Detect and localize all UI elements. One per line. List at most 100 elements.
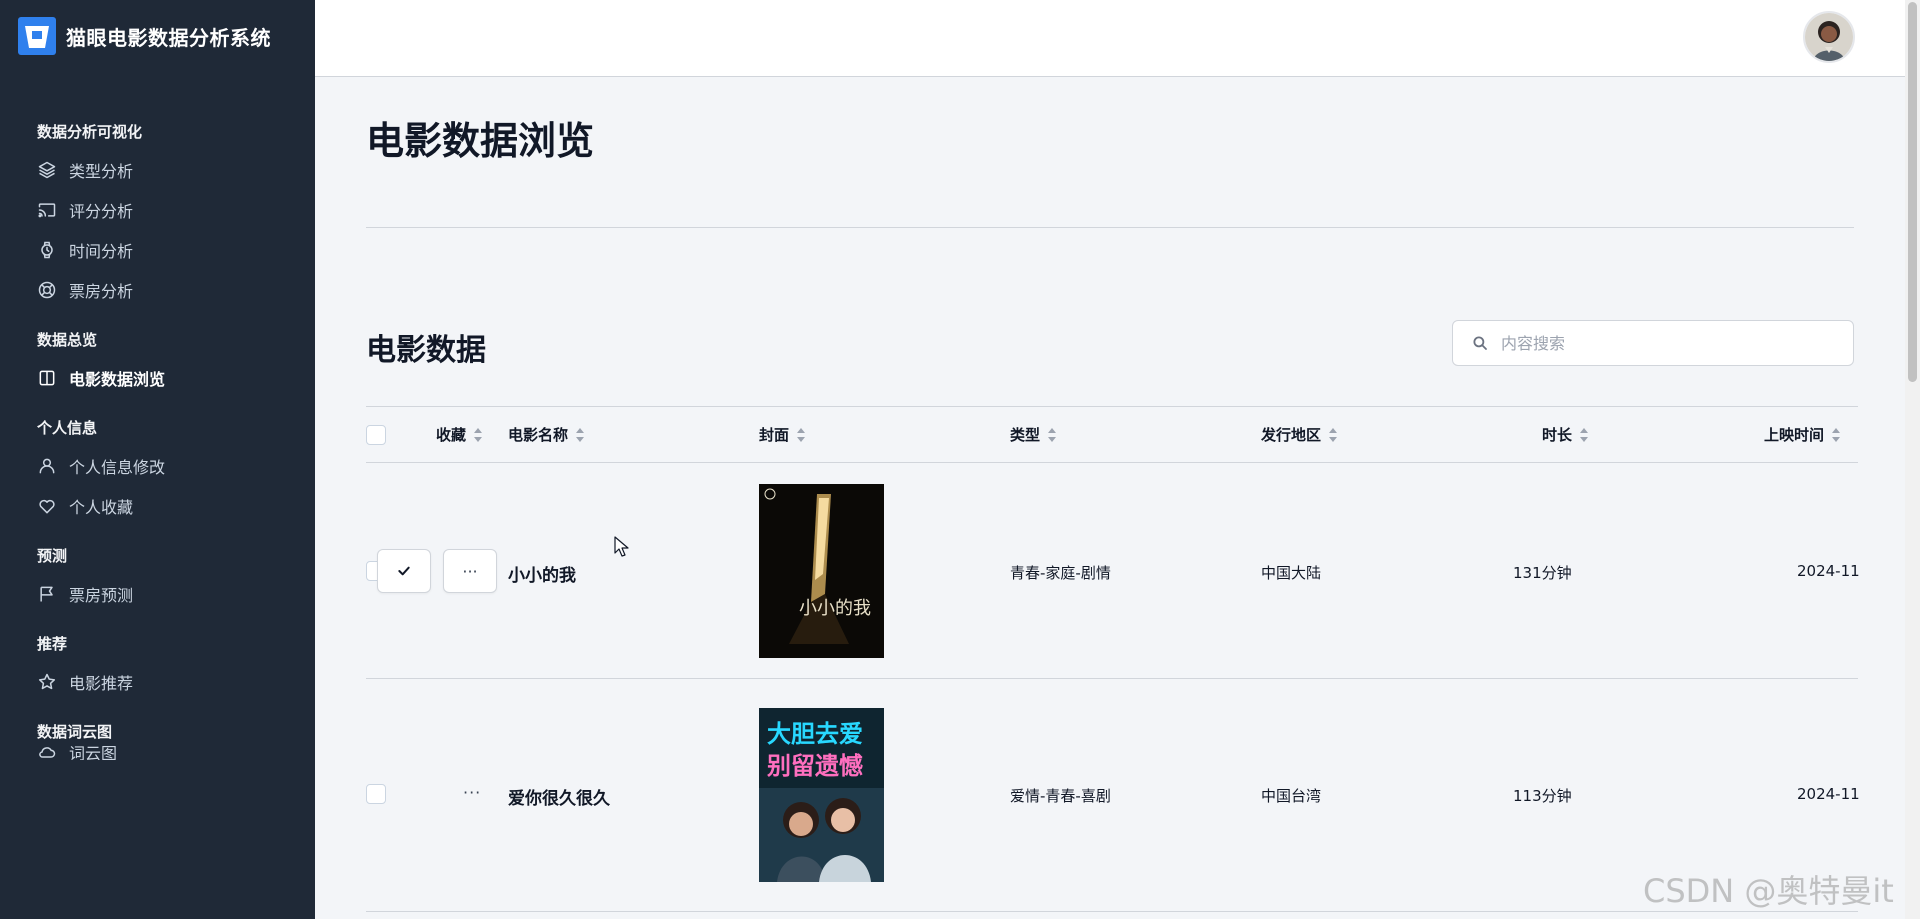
search-icon [1473, 336, 1487, 350]
movie-cover-image[interactable]: 大胆去爱 别留遗憾 [759, 708, 884, 882]
sidebar-item-label: 电影数据浏览 [69, 370, 166, 389]
sidebar-item-boxoffice-analysis[interactable]: 票房分析 [0, 270, 315, 310]
column-header-label: 收藏 [436, 426, 467, 444]
nav-section-personal: 个人信息 [37, 419, 98, 437]
sidebar-item-favorites[interactable]: 个人收藏 [0, 486, 315, 526]
check-icon [398, 566, 410, 576]
layers-icon [38, 161, 56, 179]
movie-name: 爱你很久很久 [508, 789, 610, 809]
nav-section-recommend: 推荐 [37, 635, 68, 653]
sidebar-nav: 数据分析可视化 类型分析 评分分析 时间分析 票房分析 数据总览 电影数据浏览 … [0, 120, 315, 760]
cloud-icon [39, 747, 56, 758]
sidebar-item-label: 词云图 [69, 746, 118, 760]
sort-icon [474, 428, 483, 442]
column-header-name[interactable]: 电影名称 [508, 407, 585, 463]
movie-duration: 131分钟 [1513, 564, 1572, 582]
nav-section-wordcloud: 数据词云图 [37, 723, 113, 741]
movie-release: 2024-11 [1797, 562, 1859, 580]
search-input[interactable] [1501, 333, 1831, 353]
select-all-cell [366, 407, 386, 463]
sidebar-item-rating-analysis[interactable]: 评分分析 [0, 190, 315, 230]
sidebar-item-boxoffice-predict[interactable]: 票房预测 [0, 574, 315, 614]
app-logo-icon [18, 17, 56, 55]
watch-icon [41, 241, 53, 259]
sidebar-item-movie-recommend[interactable]: 电影推荐 [0, 662, 315, 702]
scrollbar[interactable] [1905, 0, 1920, 919]
favorite-check-button[interactable] [377, 549, 431, 593]
column-header-label: 发行地区 [1261, 426, 1322, 444]
mouse-cursor-icon [614, 536, 629, 557]
movie-duration: 113分钟 [1513, 787, 1572, 805]
column-header-duration[interactable]: 时长 [1542, 407, 1589, 463]
nav-section-visualization: 数据分析可视化 [37, 123, 143, 141]
movie-name: 小小的我 [508, 566, 576, 586]
sidebar-item-label: 时间分析 [69, 242, 134, 261]
row-checkbox[interactable] [366, 784, 386, 804]
brand[interactable]: 猫眼电影数据分析系统 [18, 16, 271, 56]
sidebar: 猫眼电影数据分析系统 数据分析可视化 类型分析 评分分析 时间分析 票房分析 数… [0, 0, 315, 919]
sidebar-item-label: 个人收藏 [69, 498, 134, 517]
table-row[interactable]: ··· 爱你很久很久 大胆去爱 别留遗憾 爱情-青春-喜剧 中国台湾 113分钟… [366, 679, 1859, 912]
avatar-image [1805, 13, 1853, 61]
lifebuoy-icon [38, 281, 56, 299]
sidebar-item-movie-browse[interactable]: 电影数据浏览 [0, 358, 315, 398]
column-header-label: 上映时间 [1764, 426, 1825, 444]
column-header-label: 类型 [1010, 426, 1041, 444]
flag-icon [40, 586, 53, 602]
watermark: CSDN @奥特曼it [1643, 872, 1894, 910]
column-header-label: 电影名称 [508, 426, 569, 444]
divider [366, 227, 1854, 228]
avatar[interactable] [1803, 11, 1855, 63]
sidebar-item-profile-edit[interactable]: 个人信息修改 [0, 446, 315, 486]
movie-table: 收藏 电影名称 封面 类型 发行地区 时长 上映时间 ··· 小小的我 小小的我… [366, 406, 1859, 912]
top-bar [315, 0, 1905, 77]
column-header-favorite[interactable]: 收藏 [436, 407, 483, 463]
nav-section-overview: 数据总览 [37, 331, 98, 349]
more-button[interactable]: ··· [463, 783, 481, 802]
star-icon [38, 673, 56, 690]
section-title: 电影数据 [366, 333, 486, 368]
movie-cover-image[interactable]: 小小的我 [759, 484, 884, 658]
sidebar-item-type-analysis[interactable]: 类型分析 [0, 150, 315, 190]
heart-icon [39, 499, 55, 514]
sort-icon [1832, 428, 1841, 442]
sidebar-item-wordcloud[interactable]: 词云图 [0, 746, 315, 760]
sidebar-item-label: 票房分析 [69, 282, 134, 301]
user-icon [39, 458, 55, 474]
movie-region: 中国台湾 [1261, 787, 1322, 805]
page-title: 电影数据浏览 [366, 119, 595, 163]
movie-genre: 青春-家庭-剧情 [1010, 564, 1111, 582]
svg-text:别留遗憾: 别留遗憾 [766, 752, 863, 780]
table-header: 收藏 电影名称 封面 类型 发行地区 时长 上映时间 [366, 406, 1858, 463]
movie-region: 中国大陆 [1261, 564, 1322, 582]
nav-section-predict: 预测 [37, 547, 68, 565]
more-button[interactable]: ··· [443, 549, 497, 593]
sidebar-item-time-analysis[interactable]: 时间分析 [0, 230, 315, 270]
select-all-checkbox[interactable] [366, 425, 386, 445]
sidebar-item-label: 个人信息修改 [69, 458, 166, 477]
movie-release: 2024-11 [1797, 785, 1859, 803]
sort-icon [576, 428, 585, 442]
sort-icon [1048, 428, 1057, 442]
sidebar-item-label: 票房预测 [69, 586, 134, 605]
svg-text:大胆去爱: 大胆去爱 [767, 720, 863, 748]
columns-icon [39, 370, 55, 386]
movie-genre: 爱情-青春-喜剧 [1010, 787, 1111, 805]
sort-icon [1580, 428, 1589, 442]
sidebar-item-label: 电影推荐 [69, 674, 134, 693]
search-box[interactable] [1452, 320, 1854, 366]
scrollbar-thumb[interactable] [1908, 2, 1917, 382]
column-header-label: 时长 [1542, 426, 1573, 444]
sort-icon [797, 428, 806, 442]
table-row[interactable]: ··· 小小的我 小小的我 青春-家庭-剧情 中国大陆 131分钟 2024-1… [366, 463, 1859, 679]
column-header-region[interactable]: 发行地区 [1261, 407, 1338, 463]
sidebar-item-label: 评分分析 [69, 202, 134, 221]
column-header-label: 封面 [759, 426, 790, 444]
column-header-genre[interactable]: 类型 [1010, 407, 1057, 463]
column-header-cover[interactable]: 封面 [759, 407, 806, 463]
app-title: 猫眼电影数据分析系统 [66, 25, 271, 50]
sidebar-item-label: 类型分析 [69, 162, 134, 181]
column-header-release[interactable]: 上映时间 [1764, 407, 1841, 463]
svg-text:小小的我: 小小的我 [799, 598, 871, 619]
cast-icon [38, 203, 56, 218]
